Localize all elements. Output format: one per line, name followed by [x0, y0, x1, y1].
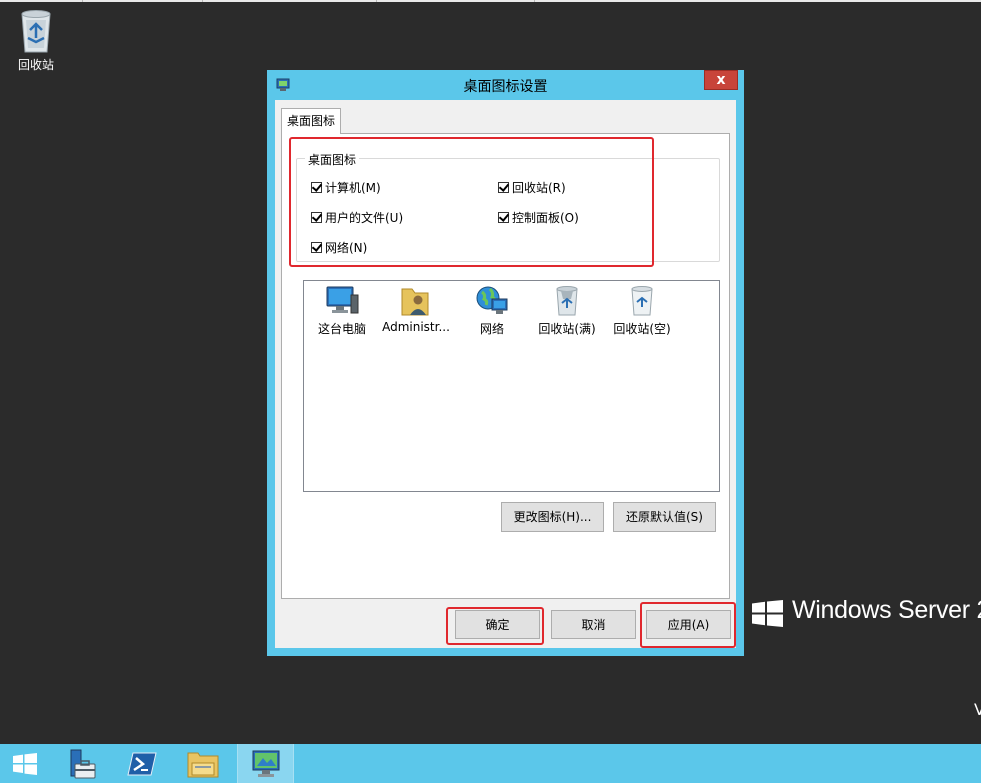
checkbox-control-panel[interactable]: 控制面板(O): [498, 209, 579, 225]
top-strip: [0, 0, 981, 2]
list-item-label: 这台电脑: [317, 322, 366, 336]
checkbox-label: 控制面板(O): [512, 210, 579, 225]
list-item-recycle-bin-full[interactable]: 回收站(满): [530, 285, 604, 337]
list-item-this-pc[interactable]: 这台电脑: [305, 285, 379, 337]
title-bar[interactable]: 桌面图标设置 x: [267, 70, 744, 100]
start-icon: [13, 752, 37, 775]
checkbox-checked-icon: [498, 181, 509, 193]
tab-desktop-icons[interactable]: 桌面图标: [281, 108, 341, 134]
brand-text: Windows Server 2: [792, 598, 981, 624]
checkbox-checked-icon: [311, 181, 322, 193]
list-item-label: Administr...: [382, 320, 450, 334]
taskbar: [0, 744, 981, 783]
tab-panel: 桌面图标 计算机(M) 回收站(R) 用户的文件(U) 控制面板(O) 网络(N…: [281, 133, 730, 599]
ok-button[interactable]: 确定: [455, 610, 540, 639]
network-globe-icon: [476, 286, 508, 314]
recycle-bin-label: 回收站: [17, 58, 54, 72]
taskbar-desktop-icon-settings[interactable]: [237, 744, 294, 783]
list-item-recycle-bin-empty[interactable]: 回收站(空): [605, 285, 679, 337]
taskbar-server-manager[interactable]: [54, 744, 106, 783]
change-icon-button[interactable]: 更改图标(H)...: [501, 502, 604, 532]
checkbox-network[interactable]: 网络(N): [311, 239, 367, 255]
list-item-administrator[interactable]: Administr...: [379, 285, 453, 334]
windows-logo-icon: [752, 600, 783, 627]
checkbox-computer[interactable]: 计算机(M): [311, 179, 381, 195]
checkbox-label: 网络(N): [325, 240, 368, 255]
recycle-bin-empty-icon: [631, 286, 653, 316]
desktop-icon-settings-dialog: 桌面图标设置 x 桌面图标 桌面图标 计算机(M) 回收站(R) 用户的文件(U…: [267, 70, 744, 656]
monitor-icon: [326, 286, 359, 314]
close-button[interactable]: x: [704, 70, 738, 90]
user-folder-icon: [401, 288, 429, 316]
desktop-icons-group: 桌面图标 计算机(M) 回收站(R) 用户的文件(U) 控制面板(O) 网络(N…: [296, 151, 720, 262]
group-title: 桌面图标: [305, 151, 360, 168]
dialog-client: 桌面图标 桌面图标 计算机(M) 回收站(R) 用户的文件(U) 控制面板(O)…: [275, 100, 736, 648]
list-item-label: 回收站(空): [613, 322, 671, 336]
dialog-title: 桌面图标设置: [463, 79, 548, 95]
checkbox-label: 用户的文件(U): [325, 210, 404, 225]
server-manager-icon: [70, 749, 96, 778]
corner-letter: V: [974, 700, 981, 719]
desktop-icon-settings-icon: [252, 750, 279, 777]
windows-server-brand: Windows Server 2: [752, 598, 981, 630]
cancel-button[interactable]: 取消: [551, 610, 636, 639]
list-item-label: 回收站(满): [538, 322, 596, 336]
checkbox-label: 计算机(M): [325, 180, 381, 195]
list-item-label: 网络: [479, 322, 504, 336]
powershell-icon: [127, 752, 157, 775]
apply-button[interactable]: 应用(A): [646, 610, 731, 639]
desktop-recycle-bin[interactable]: 回收站: [8, 8, 64, 73]
checkbox-checked-icon: [311, 211, 322, 223]
checkbox-label: 回收站(R): [512, 180, 566, 195]
list-item-network[interactable]: 网络: [455, 285, 529, 337]
checkbox-user-files[interactable]: 用户的文件(U): [311, 209, 403, 225]
taskbar-file-explorer[interactable]: [177, 744, 229, 783]
icon-preview-list[interactable]: 这台电脑 Administr... 网络 回收站(满) 回收站(空): [303, 280, 720, 492]
close-icon: x: [716, 72, 726, 88]
checkbox-checked-icon: [311, 241, 322, 253]
restore-default-button[interactable]: 还原默认值(S): [613, 502, 716, 532]
checkbox-recycle-bin[interactable]: 回收站(R): [498, 179, 566, 195]
file-explorer-icon: [187, 752, 219, 777]
taskbar-powershell[interactable]: [116, 744, 168, 783]
start-button[interactable]: [0, 744, 50, 783]
checkbox-checked-icon: [498, 211, 509, 223]
recycle-bin-full-icon: [556, 286, 578, 316]
recycle-bin-icon: [21, 10, 51, 53]
